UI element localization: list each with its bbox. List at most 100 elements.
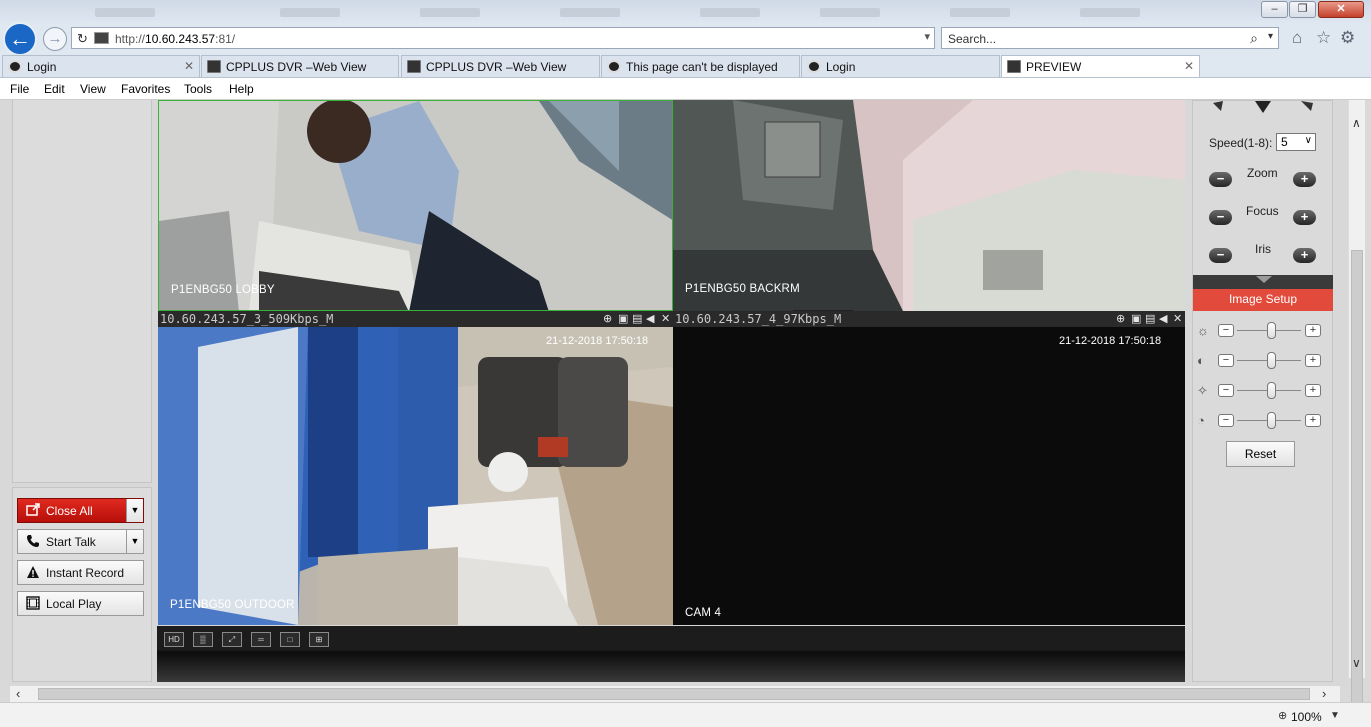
tab-cpplus-2[interactable]: CPPLUS DVR –Web View xyxy=(401,55,600,77)
fit-window-icon[interactable]: ═ xyxy=(251,632,271,647)
local-play-button[interactable]: Local Play xyxy=(17,591,144,616)
vertical-scrollbar[interactable]: ∧ ∨ xyxy=(1348,100,1365,720)
brightness-minus-button[interactable]: − xyxy=(1218,324,1234,337)
focus-plus-button[interactable]: + xyxy=(1293,210,1316,225)
contrast-minus-button[interactable]: − xyxy=(1218,354,1234,367)
slider-knob[interactable] xyxy=(1267,382,1277,399)
zoom-level[interactable]: 100% xyxy=(1291,710,1322,724)
close-all-dropdown-icon[interactable]: ▼ xyxy=(126,499,143,522)
snapshot-icon[interactable]: ▤ xyxy=(1145,311,1155,327)
menu-edit[interactable]: Edit xyxy=(44,82,65,96)
contrast-plus-button[interactable]: + xyxy=(1305,354,1321,367)
reset-button[interactable]: Reset xyxy=(1226,441,1295,467)
chevron-down-icon: ∨ xyxy=(1304,135,1312,146)
close-camera-icon[interactable]: ✕ xyxy=(661,311,670,327)
snapshot-icon[interactable]: ▤ xyxy=(632,311,642,327)
slider-knob[interactable] xyxy=(1267,412,1277,429)
maximize-button[interactable]: ❐ xyxy=(1289,1,1316,18)
search-icon[interactable]: ⌕ xyxy=(1250,30,1258,47)
forward-arrow-icon[interactable]: → xyxy=(43,27,67,51)
speed-select[interactable]: 5 ∨ xyxy=(1276,133,1316,151)
menu-file[interactable]: File xyxy=(10,82,29,96)
scroll-left-icon[interactable]: ‹ xyxy=(16,686,20,701)
tab-preview[interactable]: PREVIEW ✕ xyxy=(1001,55,1200,77)
menu-help[interactable]: Help xyxy=(229,82,254,96)
hue-slider[interactable]: ◔ − + xyxy=(1196,411,1326,429)
brightness-slider[interactable]: ☼ − + xyxy=(1196,321,1326,339)
fullscreen-icon[interactable]: ⤢ xyxy=(222,632,242,647)
favorites-star-icon[interactable]: ☆ xyxy=(1316,28,1331,48)
brightness-plus-button[interactable]: + xyxy=(1305,324,1321,337)
image-setup-header[interactable]: Image Setup xyxy=(1193,289,1333,311)
camera-view-cam4[interactable]: 21-12-2018 17:50:18 CAM 4 xyxy=(673,327,1185,625)
start-talk-button[interactable]: Start Talk ▼ xyxy=(17,529,144,554)
single-view-icon[interactable]: □ xyxy=(280,632,300,647)
address-bar[interactable]: ↻ http://10.60.243.57:81/ ▾ xyxy=(71,27,935,49)
minimize-button[interactable]: – xyxy=(1261,1,1288,18)
audio-icon[interactable]: ◀ xyxy=(1159,311,1167,327)
close-all-button[interactable]: Close All ▼ xyxy=(17,498,144,523)
camera-timestamp: 21-12-2018 17:50:18 xyxy=(546,335,649,347)
zoom-out-button[interactable]: − xyxy=(1209,172,1232,187)
window-title-strip: – ❐ ✕ xyxy=(0,0,1371,24)
hue-plus-button[interactable]: + xyxy=(1305,414,1321,427)
zoom-in-button[interactable]: + xyxy=(1293,172,1316,187)
hd-stream-icon[interactable]: HD xyxy=(164,632,184,647)
scroll-down-icon[interactable]: ∨ xyxy=(1352,656,1361,670)
iris-plus-button[interactable]: + xyxy=(1293,248,1316,263)
scroll-right-icon[interactable]: › xyxy=(1322,686,1326,701)
slider-knob[interactable] xyxy=(1267,352,1277,369)
quad-view-icon[interactable]: ⊞ xyxy=(309,632,329,647)
instant-record-button[interactable]: Instant Record xyxy=(17,560,144,585)
sd-stream-icon[interactable]: ▒ xyxy=(193,632,213,647)
address-url: http://10.60.243.57:81/ xyxy=(115,32,236,46)
search-input[interactable]: Search... ⌕ ▾ xyxy=(941,27,1279,49)
back-arrow-icon[interactable]: ← xyxy=(3,22,37,56)
tab-login[interactable]: Login ✕ xyxy=(2,55,200,77)
slider-knob[interactable] xyxy=(1267,322,1277,339)
audio-icon[interactable]: ◀ xyxy=(646,311,654,327)
saturation-plus-button[interactable]: + xyxy=(1305,384,1321,397)
start-talk-dropdown-icon[interactable]: ▼ xyxy=(126,530,143,553)
scroll-up-icon[interactable]: ∧ xyxy=(1352,116,1361,130)
camera-view-backroom[interactable]: P1ENBG50 BACKRM xyxy=(673,100,1185,311)
horizontal-scrollbar[interactable]: ‹ › xyxy=(10,686,1340,702)
zoom-dropdown-icon[interactable]: ▼ xyxy=(1330,710,1340,721)
phone-icon xyxy=(26,534,40,548)
contrast-slider[interactable]: ◐ − + xyxy=(1196,351,1326,369)
tab-close-icon[interactable]: ✕ xyxy=(184,59,194,73)
menu-view[interactable]: View xyxy=(80,82,106,96)
camera-view-lobby[interactable]: P1ENBG50 LOBBY xyxy=(158,100,673,311)
refresh-icon[interactable]: ↻ xyxy=(77,31,88,47)
instant-record-label: Instant Record xyxy=(46,566,125,580)
iris-minus-button[interactable]: − xyxy=(1209,248,1232,263)
scrollbar-thumb[interactable] xyxy=(1351,250,1363,720)
scrollbar-thumb[interactable] xyxy=(38,688,1310,700)
window-close-button[interactable]: ✕ xyxy=(1318,1,1364,18)
close-camera-icon[interactable]: ✕ xyxy=(1173,311,1182,327)
address-dropdown-icon[interactable]: ▾ xyxy=(924,30,930,43)
search-dropdown-icon[interactable]: ▾ xyxy=(1268,31,1273,42)
tab-cant-display[interactable]: This page can't be displayed xyxy=(601,55,800,77)
hue-minus-button[interactable]: − xyxy=(1218,414,1234,427)
tab-close-icon[interactable]: ✕ xyxy=(1184,59,1194,73)
menu-favorites[interactable]: Favorites xyxy=(121,82,170,96)
background-window-ghost xyxy=(700,8,760,17)
ie-page-icon xyxy=(607,60,621,73)
zoom-in-icon[interactable]: ⊕ xyxy=(603,311,612,327)
camera-view-outdoor[interactable]: 21-12-2018 17:50:18 P1ENBG50 OUTDOOR xyxy=(158,327,673,625)
zoom-in-icon[interactable]: ⊕ xyxy=(1116,311,1125,327)
record-icon[interactable]: ▣ xyxy=(618,311,628,327)
record-icon[interactable]: ▣ xyxy=(1131,311,1141,327)
focus-minus-button[interactable]: − xyxy=(1209,210,1232,225)
home-icon[interactable]: ⌂ xyxy=(1292,28,1302,48)
menu-tools[interactable]: Tools xyxy=(184,82,212,96)
settings-gear-icon[interactable]: ⚙ xyxy=(1340,28,1355,48)
tab-cpplus-1[interactable]: CPPLUS DVR –Web View xyxy=(201,55,399,77)
saturation-minus-button[interactable]: − xyxy=(1218,384,1234,397)
saturation-slider[interactable]: ✧ − + xyxy=(1196,381,1326,399)
zoom-magnifier-icon[interactable]: ⊕ xyxy=(1278,709,1287,722)
ptz-direction-arrows-icon[interactable] xyxy=(1193,101,1333,117)
tab-login-2[interactable]: Login xyxy=(801,55,1000,77)
ptz-collapse-bar[interactable] xyxy=(1193,275,1333,289)
